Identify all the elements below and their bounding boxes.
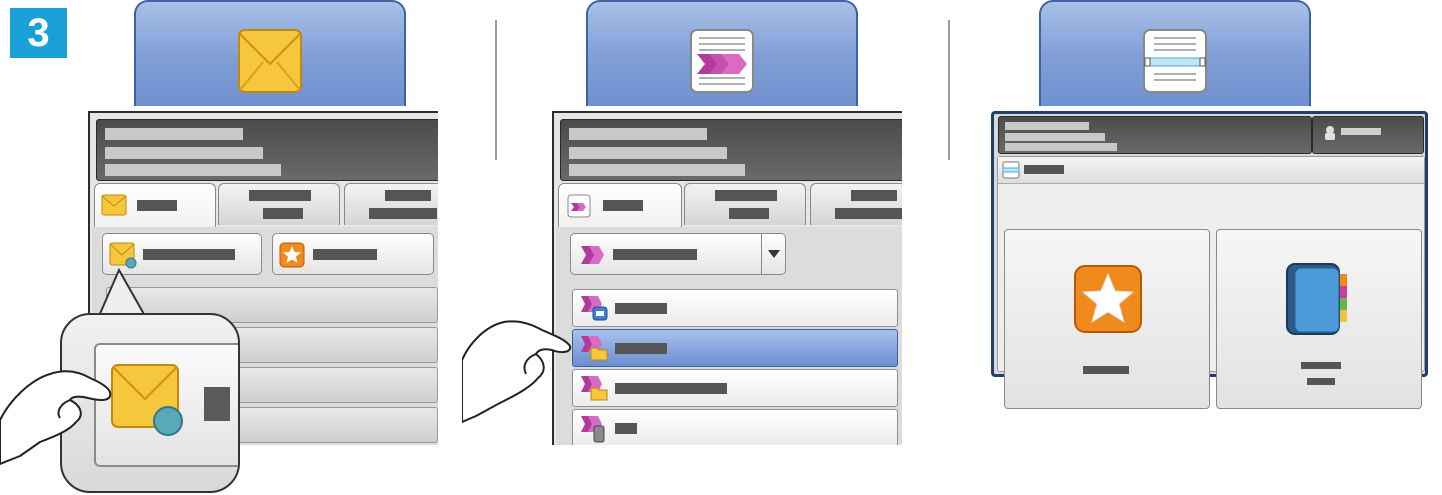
user-lock-icon	[1325, 126, 1335, 140]
envelope-icon	[238, 29, 302, 93]
email-header-bar	[96, 119, 438, 181]
tab-email[interactable]	[94, 183, 216, 229]
address-book-tile[interactable]	[1216, 229, 1422, 409]
step-number-badge: 3	[10, 8, 67, 58]
panel-divider	[495, 20, 497, 160]
workflow-list-item-server[interactable]	[572, 409, 898, 445]
tab-3[interactable]	[344, 183, 438, 225]
login-label-placeholder	[1341, 128, 1381, 135]
favorites-button[interactable]	[272, 233, 434, 275]
workflow-folder-icon	[581, 376, 608, 401]
workflow-scan-icon	[690, 29, 754, 93]
workflow-scan-icon	[567, 194, 591, 218]
tab-label-placeholder	[715, 190, 777, 201]
workflow-list-item-print[interactable]	[572, 289, 898, 327]
pointing-hand-icon	[462, 320, 572, 423]
tab-label-placeholder	[603, 200, 643, 211]
scan-title-bar	[998, 157, 1424, 184]
workflow-header-bar	[560, 119, 902, 181]
scanner-icon	[1002, 161, 1020, 179]
tile-label-placeholder	[1301, 362, 1341, 369]
workflow-folder-icon	[581, 336, 608, 361]
chevron-down-icon[interactable]	[767, 248, 781, 260]
header-text-line	[569, 128, 707, 140]
tab-label-placeholder	[385, 190, 431, 201]
header-text-line	[569, 164, 745, 176]
workflow-print-icon	[581, 296, 608, 321]
button-label-placeholder	[143, 249, 235, 260]
tab-label-placeholder	[137, 200, 177, 211]
title-placeholder	[1024, 165, 1064, 174]
dropdown-value-placeholder	[613, 249, 697, 260]
list-label-placeholder	[615, 423, 637, 434]
email-app-button[interactable]	[134, 0, 406, 106]
header-text-line	[105, 128, 243, 140]
scanner-icon	[1143, 29, 1207, 93]
tile-label-placeholder	[1307, 378, 1335, 385]
workflow-select-dropdown[interactable]	[570, 233, 786, 275]
tab-2[interactable]	[684, 183, 806, 225]
pointing-hand-icon	[0, 370, 112, 465]
tab-label-placeholder	[249, 190, 311, 201]
list-label-placeholder	[615, 383, 727, 394]
tab-label-placeholder	[369, 208, 437, 219]
dropdown-separator	[761, 234, 762, 274]
header-text-line	[105, 147, 263, 159]
workflow-server-icon	[581, 416, 605, 443]
tab-workflow[interactable]	[558, 183, 682, 229]
scan-header-bar	[998, 116, 1312, 154]
scan-to-screen	[991, 111, 1428, 409]
tab-2[interactable]	[218, 183, 340, 225]
tile-label-placeholder	[1083, 366, 1129, 374]
address-book-icon	[1286, 263, 1347, 335]
workflow-list-item-folder-selected[interactable]	[572, 329, 898, 367]
tab-label-placeholder	[835, 208, 902, 219]
envelope-icon	[101, 194, 127, 216]
header-text-line	[1005, 143, 1117, 151]
header-text-line	[569, 147, 727, 159]
scan-content-panel	[997, 156, 1425, 409]
header-text-line	[1005, 133, 1105, 141]
favorites-tile[interactable]	[1004, 229, 1210, 409]
workflow-list-item-folder[interactable]	[572, 369, 898, 407]
tab-label-placeholder	[263, 208, 303, 219]
header-text-line	[105, 164, 281, 176]
panel-divider	[948, 20, 950, 160]
login-button[interactable]	[1312, 116, 1424, 154]
star-icon	[1074, 265, 1142, 333]
callout-pointer	[97, 268, 147, 317]
step-number: 3	[27, 10, 50, 55]
list-label-placeholder	[615, 343, 667, 354]
workflow-scan-icon	[581, 246, 604, 264]
star-icon	[279, 242, 305, 268]
header-text-line	[1005, 122, 1089, 130]
tab-3[interactable]	[810, 183, 902, 225]
tab-label-placeholder	[851, 190, 897, 201]
list-label-placeholder	[615, 303, 667, 314]
envelope-new-icon	[109, 242, 137, 269]
scan-to-app-button[interactable]	[1039, 0, 1311, 106]
workflow-scanning-app-button[interactable]	[586, 0, 858, 106]
workflow-screen	[552, 111, 902, 445]
button-label-placeholder	[204, 387, 230, 421]
button-label-placeholder	[313, 249, 377, 260]
tab-label-placeholder	[729, 208, 769, 219]
